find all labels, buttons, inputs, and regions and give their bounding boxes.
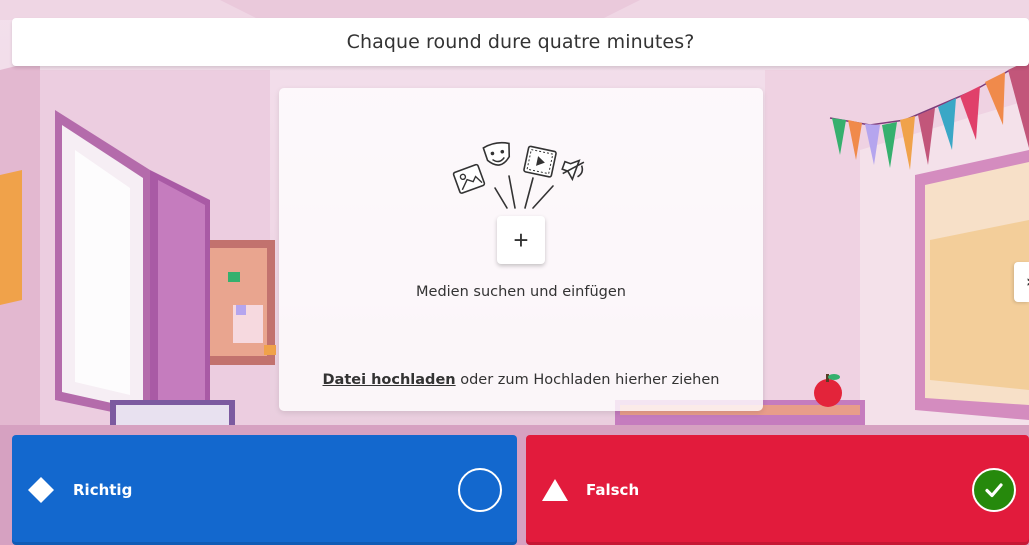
sound-icon: [561, 159, 585, 182]
answer-true[interactable]: Richtig: [12, 435, 517, 545]
answer-label-false: Falsch: [586, 481, 640, 499]
checkmark-icon: [985, 483, 1003, 498]
triangle-icon: [542, 479, 568, 501]
question-text[interactable]: Chaque round dure quatre minutes?: [347, 31, 695, 53]
plus-icon: +: [513, 225, 529, 255]
upload-hint-text: oder zum Hochladen hierher ziehen: [455, 372, 720, 388]
theater-mask-icon: [482, 141, 511, 166]
upload-row: Datei hochladen oder zum Hochladen hierh…: [279, 372, 763, 388]
image-icon: [452, 163, 486, 194]
answer-label-true: Richtig: [73, 481, 133, 499]
question-bar[interactable]: Chaque round dure quatre minutes?: [12, 18, 1029, 66]
correct-check[interactable]: [972, 468, 1016, 512]
media-types-illustration: [452, 141, 585, 209]
media-search-hint: Medien suchen und einfügen: [416, 284, 626, 300]
video-icon: [523, 145, 557, 178]
media-upload-panel[interactable]: + Medien suchen und einfügen Datei hochl…: [279, 88, 763, 411]
mark-correct-radio[interactable]: [458, 468, 502, 512]
upload-file-link[interactable]: Datei hochladen: [323, 372, 456, 388]
add-media-button[interactable]: +: [497, 216, 545, 264]
diamond-icon: [28, 477, 54, 503]
answer-false[interactable]: Falsch: [526, 435, 1029, 545]
side-panel-toggle[interactable]: ›: [1014, 262, 1029, 302]
